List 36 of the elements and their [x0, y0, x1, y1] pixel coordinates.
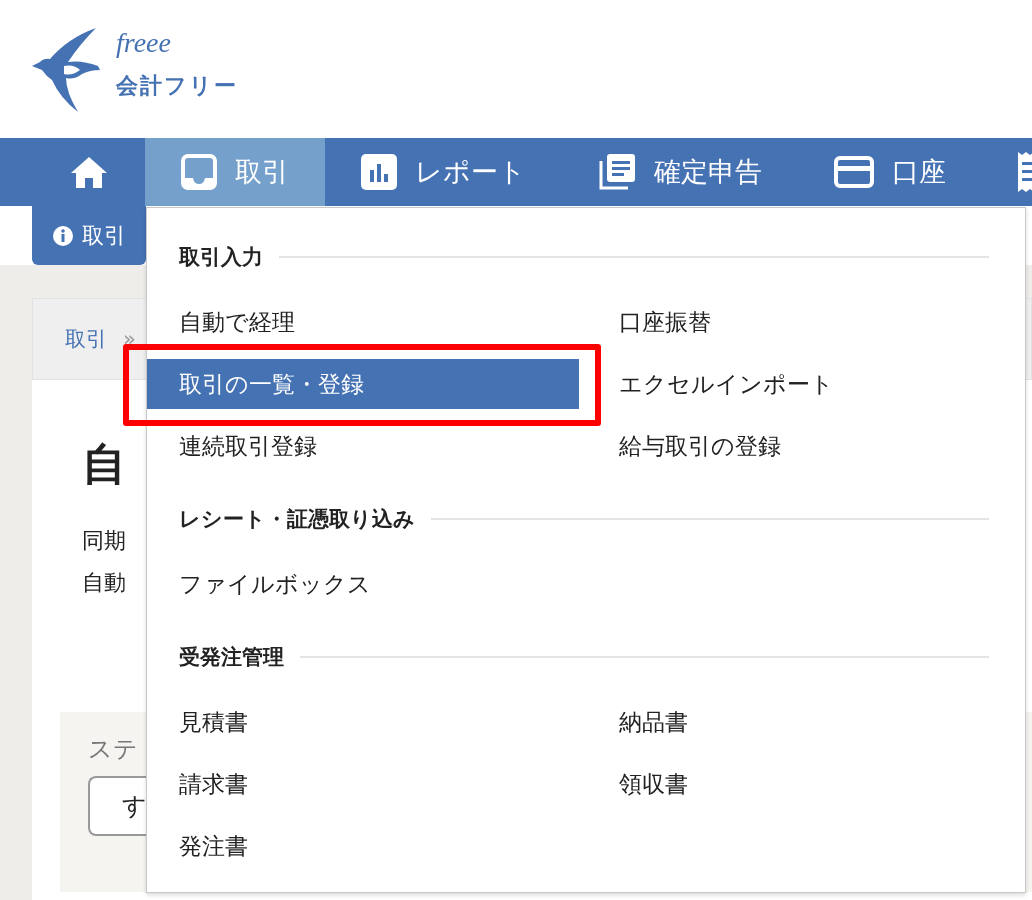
menu-section-title: レシート・証憑取り込み [179, 506, 415, 533]
page-title: 自 [82, 438, 126, 490]
status-select[interactable]: す [88, 776, 146, 836]
notice-tab[interactable]: 取引 [32, 206, 146, 265]
menu-item[interactable]: 領収書 [587, 759, 1017, 809]
menu-item[interactable]: 見積書 [147, 697, 579, 747]
nav-tab[interactable]: 口座 [798, 138, 982, 206]
menu-item[interactable]: 自動で経理 [147, 297, 579, 347]
description-text: 自動 [82, 569, 126, 597]
menu-item[interactable]: ファイルボックス [147, 559, 579, 609]
menu-item[interactable]: 納品書 [587, 697, 1017, 747]
info-icon [52, 224, 74, 247]
menu-item[interactable]: 発注書 [147, 821, 579, 871]
menu-section-title: 受発注管理 [179, 644, 284, 671]
notice-text: 取引 [82, 221, 126, 250]
tray-icon [181, 154, 217, 190]
menu-item[interactable]: エクセルインポート [587, 359, 1017, 409]
menu-item[interactable]: 給与取引の登録 [587, 421, 1017, 471]
menu-item[interactable]: 口座振替 [587, 297, 1017, 347]
home-icon [69, 155, 108, 189]
breadcrumb-link[interactable]: 取引 [65, 325, 107, 353]
description-text: 同期 [82, 527, 126, 555]
card-icon [834, 156, 874, 188]
menu-item[interactable]: 連続取引登録 [147, 421, 579, 471]
menu-item[interactable]: 請求書 [147, 759, 579, 809]
swallow-icon [30, 28, 102, 112]
nav-tab[interactable]: 確定申告 [562, 138, 798, 206]
menu-section-title: 取引入力 [179, 244, 263, 271]
product-name: 会計フリー [116, 72, 238, 100]
breadcrumb-separator: » [123, 327, 136, 351]
menu-item[interactable]: 取引の一覧・登録 [147, 359, 579, 409]
document-stack-icon [598, 153, 636, 191]
wordmark: freee [116, 28, 172, 58]
bar-chart-icon [361, 154, 397, 190]
filter-label: ステ [88, 734, 138, 764]
nav-tab[interactable]: レポート [325, 138, 562, 206]
